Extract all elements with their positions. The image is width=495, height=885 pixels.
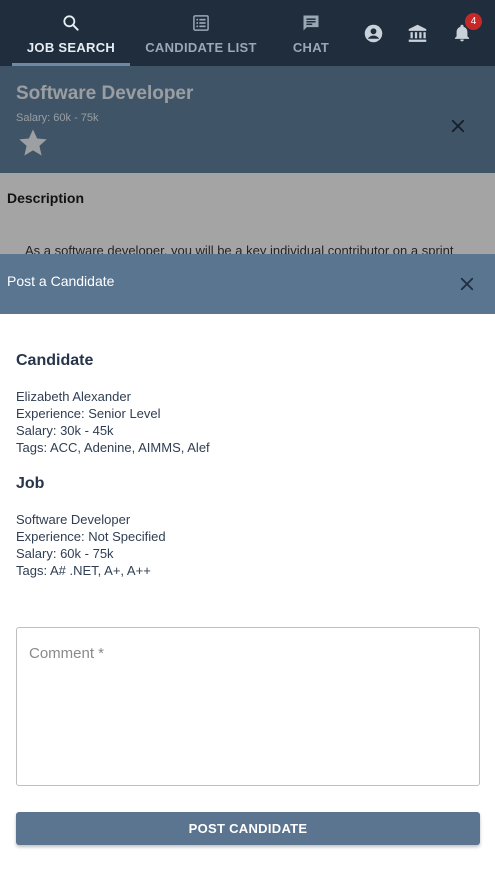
search-icon [60, 12, 82, 34]
modal-title: Post a Candidate [7, 273, 115, 289]
tab-candidate-list[interactable]: CANDIDATE LIST [140, 0, 262, 66]
bank-icon[interactable] [406, 22, 428, 44]
chat-icon [300, 12, 322, 34]
candidate-salary: Salary: 30k - 45k [16, 423, 114, 438]
tab-job-search-label: JOB SEARCH [26, 39, 116, 55]
candidate-name: Elizabeth Alexander [16, 389, 131, 404]
close-icon[interactable] [458, 275, 476, 293]
modal-backdrop[interactable] [0, 66, 495, 254]
notification-badge: 4 [465, 13, 482, 30]
comment-input[interactable] [29, 645, 467, 768]
tab-candidate-list-label: CANDIDATE LIST [145, 39, 257, 55]
job-info-experience: Experience: Not Specified [16, 529, 166, 544]
tab-chat-label: CHAT [292, 39, 330, 55]
job-info: Software Developer Experience: Not Speci… [16, 511, 166, 579]
tab-chat[interactable]: CHAT [280, 0, 342, 66]
candidate-heading: Candidate [16, 352, 94, 369]
post-candidate-button[interactable]: POST CANDIDATE [16, 812, 480, 845]
comment-field[interactable] [16, 627, 480, 786]
candidate-experience: Experience: Senior Level [16, 406, 161, 421]
job-info-salary: Salary: 60k - 75k [16, 546, 114, 561]
job-heading: Job [16, 475, 45, 492]
account-icon[interactable] [362, 22, 384, 44]
tab-job-search[interactable]: JOB SEARCH [12, 0, 130, 66]
candidate-info: Elizabeth Alexander Experience: Senior L… [16, 388, 210, 456]
job-info-title: Software Developer [16, 512, 131, 527]
job-info-tags: Tags: A# .NET, A+, A++ [16, 563, 151, 578]
top-navigation: JOB SEARCH CANDIDATE LIST CHAT 4 [0, 0, 495, 66]
list-icon [190, 12, 212, 34]
candidate-tags: Tags: ACC, Adenine, AIMMS, Alef [16, 440, 210, 455]
